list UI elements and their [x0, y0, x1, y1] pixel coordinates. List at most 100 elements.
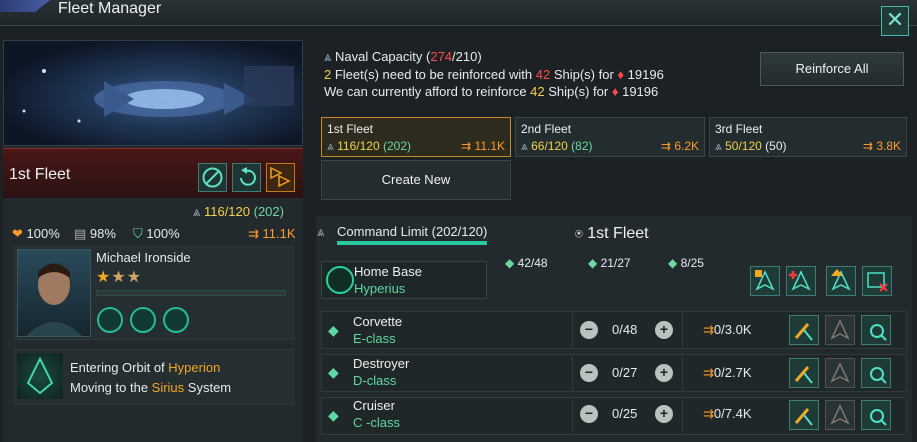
- tab-fleet-name: 3rd Fleet: [715, 122, 763, 136]
- merge-button[interactable]: [266, 163, 295, 192]
- tab-power: ⇉ 11.1K: [461, 139, 505, 153]
- disabled-action-button[interactable]: [825, 358, 855, 388]
- ship-icon: [26, 356, 54, 395]
- ship-count: 0/27: [612, 365, 638, 380]
- fleet-name[interactable]: 1st Fleet: [9, 166, 70, 184]
- ship-count: 0/48: [612, 322, 638, 337]
- leader-name[interactable]: Michael Ironside: [96, 250, 191, 265]
- tab-cap: 50/120: [725, 139, 762, 153]
- movement-target: Sirius: [151, 380, 185, 395]
- fleet-tab-2[interactable]: 2nd Fleet ⩓ 66/120 (82) ⇉ 6.2K: [515, 117, 705, 157]
- destroyer-class-icon: ◆: [328, 364, 339, 380]
- upgrade-ship-button[interactable]: [789, 315, 819, 345]
- decrease-button[interactable]: −: [580, 405, 598, 423]
- upgrade-design-button[interactable]: [826, 266, 856, 296]
- remove-ship-button[interactable]: [862, 266, 892, 296]
- disband-button[interactable]: [198, 163, 227, 192]
- decrease-button[interactable]: −: [580, 321, 598, 339]
- trait-icon[interactable]: [130, 307, 156, 333]
- trait-icon[interactable]: [163, 307, 189, 333]
- fleet-tab-3[interactable]: 3rd Fleet ⩓ 50/120 (50) ⇉ 3.8K: [709, 117, 907, 157]
- shield-icon: ⛉: [133, 226, 143, 241]
- divider: [572, 354, 573, 392]
- return-button[interactable]: [232, 163, 261, 192]
- movement-prefix: Moving to the: [70, 380, 152, 395]
- armor-stat: ▤ 98%: [74, 226, 116, 242]
- leader-portrait: [26, 263, 82, 336]
- count-value: 8/25: [680, 256, 704, 270]
- fleet-ship-image: [3, 40, 303, 146]
- disabled-action-button[interactable]: [825, 315, 855, 345]
- cruiser-count: ◆ 8/25: [668, 256, 704, 270]
- upgrade-ship-button[interactable]: [789, 358, 819, 388]
- wrench-icon: [794, 408, 813, 426]
- ship-class: C -class: [353, 415, 400, 430]
- movement-status-line: Moving to the Sirius System: [70, 380, 231, 395]
- close-button[interactable]: ✕: [881, 6, 909, 36]
- shield-value: 100%: [146, 226, 180, 241]
- create-new-button[interactable]: Create New: [321, 160, 511, 200]
- orbit-target: Hyperion: [168, 360, 221, 375]
- hull-value: 100%: [26, 226, 60, 241]
- afford-tail: Ship(s) for: [544, 84, 612, 99]
- cancel-icon: [202, 167, 223, 188]
- add-ship-button[interactable]: [786, 266, 816, 296]
- reinforce-cost: 19196: [627, 67, 664, 82]
- ship-count-icon: ⩓: [327, 139, 334, 153]
- return-icon: [240, 167, 256, 186]
- increase-button[interactable]: +: [655, 405, 673, 423]
- cruiser-class-icon: ◆: [328, 407, 339, 423]
- movement-suffix: System: [184, 380, 232, 395]
- naval-capacity: ⩓ Naval Capacity (274/210): [324, 49, 482, 65]
- ships-needed: 42: [535, 67, 551, 82]
- tab-paren: (202): [382, 139, 411, 153]
- home-base-label: Home Base: [354, 264, 422, 279]
- tab-power-value: 6.2K: [674, 139, 699, 153]
- ship-class: E-class: [353, 331, 396, 346]
- inspect-ship-button[interactable]: [861, 315, 891, 345]
- naval-max: /210): [452, 49, 482, 64]
- trait-icon[interactable]: [97, 307, 123, 333]
- avatar[interactable]: [17, 249, 91, 337]
- shield-stat: ⛉ 100%: [133, 226, 180, 242]
- search-icon: [870, 409, 887, 426]
- admiral-icon: ⍟: [575, 226, 583, 241]
- afford-cost: 19196: [622, 84, 659, 99]
- divider: [572, 311, 573, 349]
- inspect-ship-button[interactable]: [861, 400, 891, 430]
- experience-bar: [96, 290, 286, 296]
- fleet-tab-1[interactable]: 1st Fleet ⩓ 116/120 (202) ⇉ 11.1K: [321, 117, 511, 157]
- tab-power: ⇉ 3.8K: [863, 139, 901, 153]
- capacity-current: 116/120: [203, 204, 250, 219]
- upgrade-fleet-button[interactable]: [750, 266, 780, 296]
- ship-count-icon: ⩓: [521, 139, 528, 153]
- upgrade-arrow-icon: [831, 269, 851, 291]
- cost-value: 0/7.4K: [713, 406, 752, 421]
- reinforce-all-button[interactable]: Reinforce All: [760, 52, 904, 86]
- armor-icon: ▤: [74, 226, 87, 241]
- naval-current: 274: [430, 49, 453, 64]
- inspect-ship-button[interactable]: [861, 358, 891, 388]
- leader-stars: ★★★: [96, 267, 142, 287]
- upgrade-ship-button[interactable]: [789, 400, 819, 430]
- disabled-action-button[interactable]: [825, 400, 855, 430]
- divider: [572, 397, 573, 435]
- tab-fleet-name: 1st Fleet: [327, 122, 374, 136]
- divider: [682, 311, 683, 349]
- count-value: 42/48: [517, 256, 548, 270]
- wrench-icon: [794, 323, 813, 341]
- reinforce-tail: Ship(s) for: [550, 67, 618, 82]
- gem-icon: ♦: [617, 67, 625, 82]
- increase-button[interactable]: +: [655, 321, 673, 339]
- planet-icon: [326, 266, 354, 294]
- wrench-icon: [794, 366, 813, 384]
- increase-button[interactable]: +: [655, 364, 673, 382]
- ship-count-icon: ⩓: [193, 204, 201, 219]
- tab-fleet-capacity: ⩓ 66/120 (82): [521, 139, 593, 154]
- decrease-button[interactable]: −: [580, 364, 598, 382]
- afford-text: We can currently afford to reinforce: [324, 84, 531, 99]
- ship-count-icon: ⩓: [317, 224, 325, 239]
- reinforce-afford-line: We can currently afford to reinforce 42 …: [324, 84, 658, 99]
- hull-stat: ❤ 100%: [12, 226, 60, 242]
- ship-name: Corvette: [353, 314, 403, 329]
